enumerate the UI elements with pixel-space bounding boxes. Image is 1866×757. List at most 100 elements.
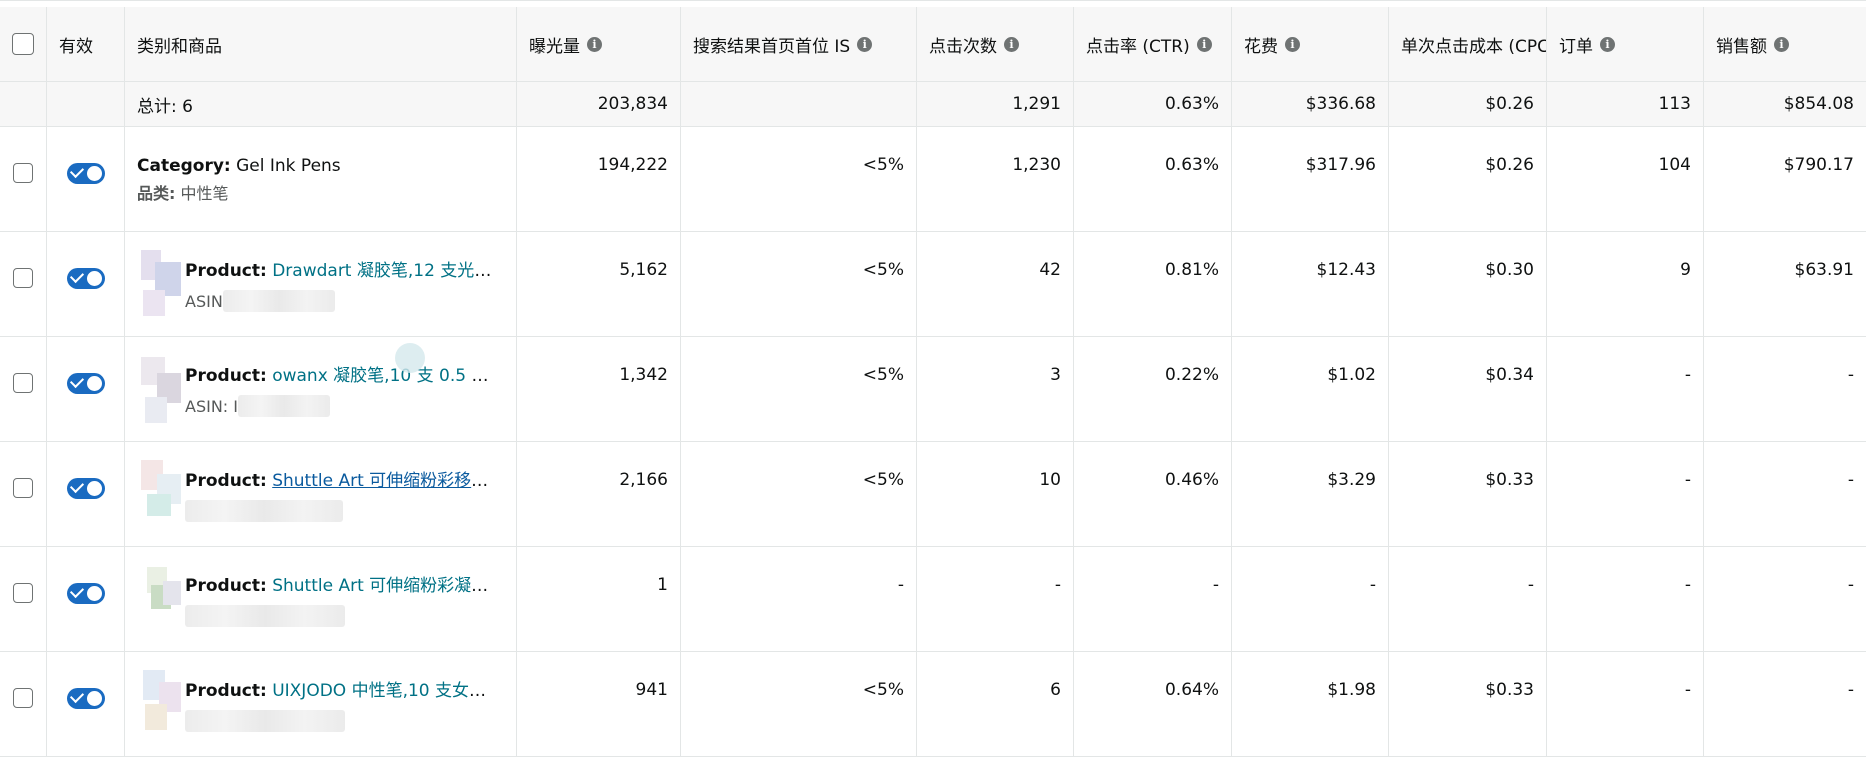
column-header-cpc[interactable]: 单次点击成本 (CPC	[1389, 7, 1547, 81]
header-select-cell	[0, 7, 47, 81]
impressions-cell: 1	[517, 547, 681, 651]
product-prefix: Product:	[185, 471, 267, 491]
impressions-cell: 1,342	[517, 337, 681, 441]
column-header-category-product[interactable]: 类别和商品	[125, 7, 517, 81]
category-sub-name: 中性笔	[180, 184, 229, 203]
redaction-blob	[395, 343, 425, 373]
cpc-cell: $0.34	[1389, 337, 1547, 441]
product-link[interactable]: owanx 凝胶笔,10 支 0.5 毫米	[272, 366, 503, 386]
check-icon	[69, 163, 84, 179]
column-label: 订单	[1559, 36, 1593, 57]
row-select-cell	[0, 337, 47, 441]
info-icon[interactable]: i	[1774, 36, 1789, 52]
column-label: 点击率 (CTR)	[1086, 36, 1190, 57]
clicks-cell: 6	[917, 652, 1074, 756]
row-select-cell	[0, 547, 47, 651]
product-link[interactable]: Shuttle Art 可伸缩粉彩移位中性笔	[272, 471, 503, 491]
orders-cell: -	[1547, 547, 1704, 651]
orders-cell: -	[1547, 337, 1704, 441]
row-checkbox[interactable]	[13, 478, 33, 498]
active-toggle[interactable]	[66, 163, 105, 184]
row-checkbox[interactable]	[13, 373, 33, 393]
column-header-sales[interactable]: 销售额 i	[1704, 7, 1866, 81]
info-icon[interactable]: i	[1004, 36, 1019, 52]
row-checkbox[interactable]	[13, 163, 33, 183]
top-is-cell: <5%	[681, 337, 917, 441]
cpc-cell: $0.33	[1389, 442, 1547, 546]
totals-spend: $336.68	[1232, 82, 1389, 126]
row-active-cell	[47, 652, 125, 756]
column-label: 类别和商品	[137, 36, 222, 57]
ctr-cell: 0.46%	[1074, 442, 1232, 546]
clicks-cell: 42	[917, 232, 1074, 336]
totals-select-cell	[0, 82, 47, 126]
redacted-asin	[185, 710, 345, 732]
product-cell: Product: Shuttle Art 可伸缩粉彩移位中性笔	[125, 442, 517, 546]
product-prefix: Product:	[185, 366, 267, 386]
column-header-spend[interactable]: 花费 i	[1232, 7, 1389, 81]
info-icon[interactable]: i	[1285, 36, 1300, 52]
info-icon[interactable]: i	[587, 36, 602, 52]
top-is-cell: <5%	[681, 442, 917, 546]
active-toggle[interactable]	[66, 373, 105, 394]
toggle-knob	[86, 271, 102, 286]
table-row: Product: Shuttle Art 可伸缩粉彩凝胶笔套装 1 - - - …	[0, 547, 1866, 652]
column-header-active[interactable]: 有效	[47, 7, 125, 81]
product-cell: Product: Drawdart 凝胶笔,12 支光滑书写中性笔 ASIN	[125, 232, 517, 336]
column-header-top-of-search-is[interactable]: 搜索结果首页首位 IS i	[681, 7, 917, 81]
spend-cell: $1.98	[1232, 652, 1389, 756]
table-row: Product: owanx 凝胶笔,10 支 0.5 毫米 ASIN: I 1…	[0, 337, 1866, 442]
column-label: 点击次数	[929, 36, 997, 57]
totals-impressions: 203,834	[517, 82, 681, 126]
row-checkbox[interactable]	[13, 583, 33, 603]
category-sub-prefix: 品类:	[137, 184, 176, 203]
info-icon[interactable]: i	[1600, 36, 1615, 52]
redacted-asin	[222, 290, 335, 312]
check-icon	[69, 478, 84, 494]
cpc-cell: $0.30	[1389, 232, 1547, 336]
orders-cell: -	[1547, 442, 1704, 546]
active-toggle[interactable]	[66, 688, 105, 709]
totals-label: 总计: 6	[125, 82, 517, 126]
spend-cell: $3.29	[1232, 442, 1389, 546]
column-header-clicks[interactable]: 点击次数 i	[917, 7, 1074, 81]
info-icon[interactable]: i	[1196, 36, 1212, 52]
active-toggle[interactable]	[66, 268, 105, 289]
column-header-impressions[interactable]: 曝光量 i	[517, 7, 681, 81]
totals-orders: 113	[1547, 82, 1704, 126]
column-header-ctr[interactable]: 点击率 (CTR) i	[1074, 7, 1232, 81]
sales-cell: -	[1847, 470, 1854, 490]
product-asin-label: ASIN	[185, 291, 223, 311]
product-thumbnail	[137, 345, 185, 437]
info-icon[interactable]: i	[857, 36, 873, 52]
product-cell: Product: Shuttle Art 可伸缩粉彩凝胶笔套装	[125, 547, 517, 651]
product-link[interactable]: Shuttle Art 可伸缩粉彩凝胶笔套装	[272, 576, 503, 596]
clicks-cell: 3	[917, 337, 1074, 441]
active-toggle[interactable]	[66, 583, 105, 604]
check-icon	[69, 268, 84, 284]
product-link[interactable]: Drawdart 凝胶笔,12 支光滑书写中性笔	[272, 261, 503, 281]
select-all-checkbox[interactable]	[12, 33, 34, 55]
top-is-cell: -	[681, 547, 917, 651]
totals-clicks: 1,291	[917, 82, 1074, 126]
ctr-cell: 0.63%	[1074, 127, 1232, 231]
active-toggle[interactable]	[66, 478, 105, 499]
product-thumbnail	[137, 240, 185, 332]
row-active-cell	[47, 337, 125, 441]
orders-cell: 9	[1547, 232, 1704, 336]
table-header: 有效 类别和商品 曝光量 i 搜索结果首页首位 IS i 点击次数 i 点击率 …	[0, 7, 1866, 82]
table-row: Category: Gel Ink Pens 品类: 中性笔 194,222 <…	[0, 127, 1866, 232]
row-checkbox[interactable]	[13, 268, 33, 288]
column-label: 有效	[59, 36, 93, 57]
row-select-cell	[0, 652, 47, 756]
impressions-cell: 2,166	[517, 442, 681, 546]
totals-active-cell	[47, 82, 125, 126]
sales-cell: -	[1847, 575, 1854, 595]
toggle-knob	[86, 586, 102, 601]
column-label: 销售额	[1716, 36, 1767, 57]
clicks-cell: -	[917, 547, 1074, 651]
column-label: 单次点击成本 (CPC	[1401, 36, 1547, 57]
product-link[interactable]: UIXJODO 中性笔,10 支女士中性笔	[272, 681, 503, 701]
column-header-orders[interactable]: 订单 i	[1547, 7, 1704, 81]
row-checkbox[interactable]	[13, 688, 33, 708]
